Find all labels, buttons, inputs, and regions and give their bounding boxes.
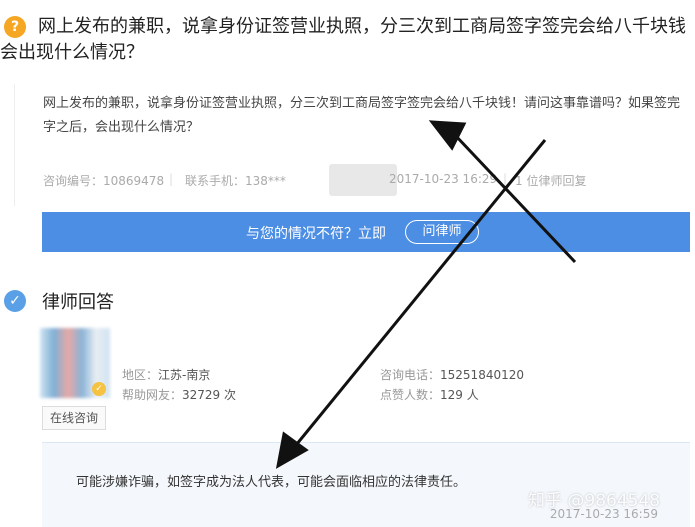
arrow-head-upper-icon <box>428 120 467 151</box>
arrow-annotation <box>275 120 577 469</box>
arrow-line-upper <box>453 133 577 264</box>
arrow-line-lower <box>290 139 547 451</box>
